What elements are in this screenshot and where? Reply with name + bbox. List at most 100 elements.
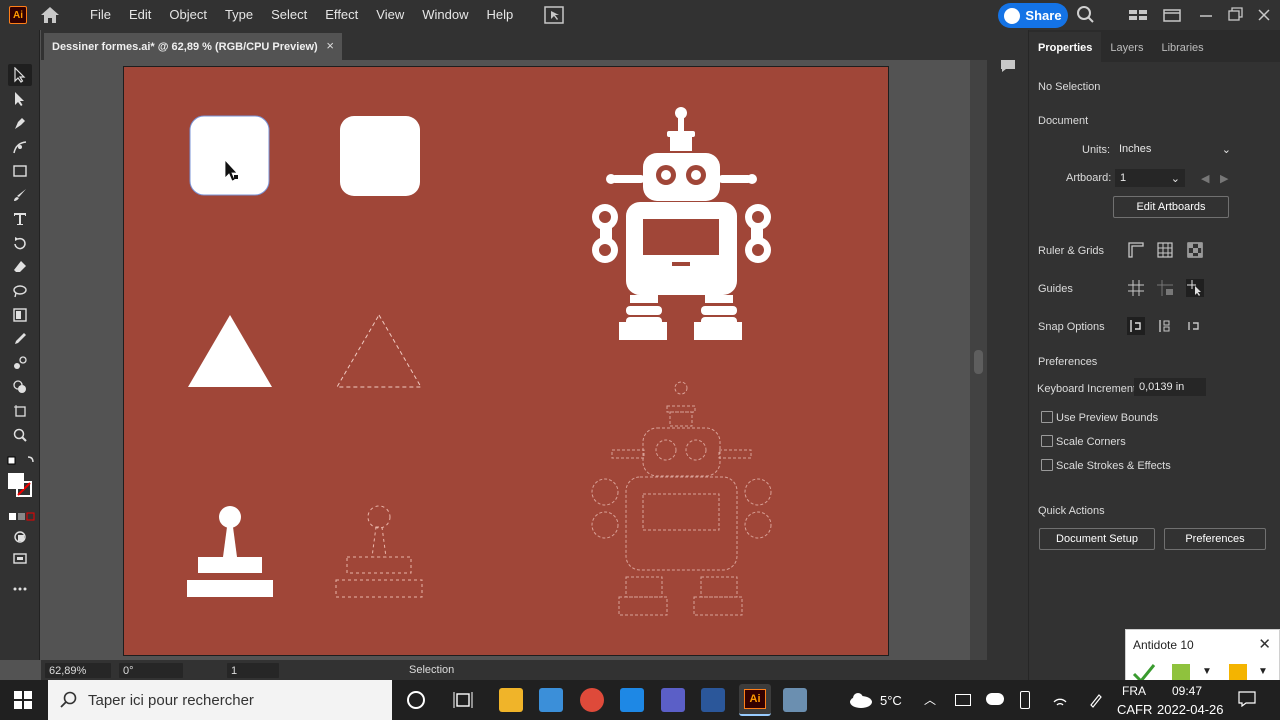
chevron-down-icon[interactable]: ▼ <box>1202 666 1212 677</box>
close-icon[interactable]: ✕ <box>1258 635 1271 653</box>
rectangle-tool-icon[interactable] <box>8 160 32 182</box>
pen-icon[interactable] <box>1088 692 1104 708</box>
snap-to-glyph-icon[interactable] <box>1186 317 1204 335</box>
rulers-icon[interactable] <box>1127 241 1145 259</box>
paintbrush-tool-icon[interactable] <box>8 184 32 206</box>
scale-corners-checkbox[interactable] <box>1041 435 1053 447</box>
battery-icon[interactable] <box>955 694 971 706</box>
zoom-tool-icon[interactable] <box>8 424 32 446</box>
chrome-icon[interactable] <box>580 688 604 712</box>
tab-libraries[interactable]: Libraries <box>1152 42 1212 62</box>
swap-colors-icon[interactable] <box>4 450 38 472</box>
rotation-field[interactable]: 0° <box>119 663 183 678</box>
pen-tool-icon[interactable] <box>8 112 32 134</box>
menu-edit[interactable]: Edit <box>120 0 160 30</box>
temperature: 5°C <box>880 693 902 708</box>
show-guides-icon[interactable] <box>1127 279 1145 297</box>
scroll-thumb[interactable] <box>974 350 983 374</box>
tab-properties[interactable]: Properties <box>1029 32 1102 62</box>
color-mode-icon[interactable] <box>4 506 38 528</box>
type-tool-icon[interactable] <box>8 208 32 230</box>
word-icon[interactable] <box>701 688 725 712</box>
smart-guides-icon[interactable] <box>1186 279 1204 297</box>
chevron-down-icon[interactable]: ▼ <box>1258 666 1268 677</box>
windows-start-icon[interactable] <box>14 691 32 709</box>
taskbar-search[interactable]: Taper ici pour rechercher <box>48 680 392 720</box>
minimize-icon[interactable] <box>1196 6 1216 24</box>
artboard-select[interactable]: 1 ⌄ <box>1115 169 1185 187</box>
fill-stroke-icon[interactable] <box>4 472 38 502</box>
close-icon[interactable] <box>1254 6 1274 24</box>
shape-builder-tool-icon[interactable] <box>8 376 32 398</box>
cortana-icon[interactable] <box>407 691 425 709</box>
workspace-icon[interactable] <box>1128 6 1148 24</box>
menu-view[interactable]: View <box>367 0 413 30</box>
transparency-grid-icon[interactable] <box>1186 241 1204 259</box>
curvature-tool-icon[interactable] <box>8 136 32 158</box>
share-button[interactable]: Share <box>998 3 1068 28</box>
menu-select[interactable]: Select <box>262 0 316 30</box>
screen-mode-icon[interactable] <box>8 548 32 570</box>
clock-date[interactable]: 2022-04-26 <box>1157 702 1224 717</box>
restore-icon[interactable] <box>1225 6 1245 24</box>
onedrive-icon[interactable] <box>986 693 1004 705</box>
selection-tool-icon[interactable] <box>8 64 32 86</box>
arrange-documents-icon[interactable] <box>544 6 564 24</box>
chevron-up-icon[interactable]: ︿ <box>924 691 936 708</box>
preferences-button[interactable]: Preferences <box>1164 528 1266 550</box>
comments-icon[interactable] <box>999 58 1017 74</box>
gradient-tool-icon[interactable] <box>8 304 32 326</box>
clock-time[interactable]: 09:47 <box>1172 684 1202 698</box>
mail-icon[interactable] <box>620 688 644 712</box>
task-view-icon[interactable] <box>453 690 473 710</box>
minimize-panel-icon[interactable] <box>1162 6 1182 24</box>
menu-type[interactable]: Type <box>216 0 262 30</box>
previous-artboard-icon[interactable]: ◀ <box>1201 172 1209 185</box>
direct-selection-tool-icon[interactable] <box>8 88 32 110</box>
document-tab[interactable]: Dessiner formes.ai* @ 62,89 % (RGB/CPU P… <box>44 33 342 60</box>
microsoft-store-icon[interactable] <box>539 688 563 712</box>
rotate-tool-icon[interactable] <box>8 232 32 254</box>
search-icon[interactable] <box>1076 6 1096 24</box>
lock-guides-icon[interactable] <box>1156 279 1174 297</box>
artboard-navigator[interactable]: 1 <box>227 663 279 678</box>
menu-effect[interactable]: Effect <box>316 0 367 30</box>
usb-icon[interactable] <box>1020 691 1030 709</box>
menu-help[interactable]: Help <box>477 0 522 30</box>
illustrator-taskbar-icon[interactable]: Ai <box>739 684 771 716</box>
artboard-tool-icon[interactable] <box>8 400 32 422</box>
blend-tool-icon[interactable] <box>8 352 32 374</box>
eraser-tool-icon[interactable] <box>8 256 32 278</box>
vertical-scrollbar[interactable] <box>970 60 987 660</box>
home-icon[interactable] <box>39 5 61 25</box>
close-document-icon[interactable]: × <box>326 38 334 53</box>
file-explorer-icon[interactable] <box>499 688 523 712</box>
document-setup-button[interactable]: Document Setup <box>1039 528 1155 550</box>
keyboard-increment-input[interactable]: 0,0139 in <box>1134 378 1206 396</box>
more-tools-icon[interactable] <box>8 578 32 600</box>
eyedropper-tool-icon[interactable] <box>8 328 32 350</box>
snap-to-point-icon[interactable] <box>1127 317 1145 335</box>
snap-to-pixel-icon[interactable] <box>1156 317 1174 335</box>
menu-window[interactable]: Window <box>413 0 477 30</box>
use-preview-bounds-checkbox[interactable] <box>1041 411 1053 423</box>
units-dropdown[interactable]: Inches ⌄ <box>1115 140 1237 158</box>
app-icon[interactable] <box>783 688 807 712</box>
tab-layers[interactable]: Layers <box>1101 42 1152 62</box>
draw-mode-icon[interactable] <box>8 526 32 548</box>
canvas[interactable] <box>41 60 970 660</box>
language-bottom[interactable]: CAFR <box>1117 702 1152 717</box>
wifi-icon[interactable] <box>1052 692 1068 708</box>
language-top[interactable]: FRA <box>1122 684 1146 698</box>
menu-file[interactable]: File <box>81 0 120 30</box>
menu-object[interactable]: Object <box>160 0 216 30</box>
grid-icon[interactable] <box>1156 241 1174 259</box>
lasso-tool-icon[interactable] <box>8 280 32 302</box>
notifications-icon[interactable] <box>1238 691 1256 708</box>
edit-artboards-button[interactable]: Edit Artboards <box>1113 196 1229 218</box>
next-artboard-icon[interactable]: ▶ <box>1220 172 1228 185</box>
scale-strokes-checkbox[interactable] <box>1041 459 1053 471</box>
artboard[interactable] <box>123 66 889 656</box>
teams-icon[interactable] <box>661 688 685 712</box>
zoom-field[interactable]: 62,89% <box>45 663 111 678</box>
